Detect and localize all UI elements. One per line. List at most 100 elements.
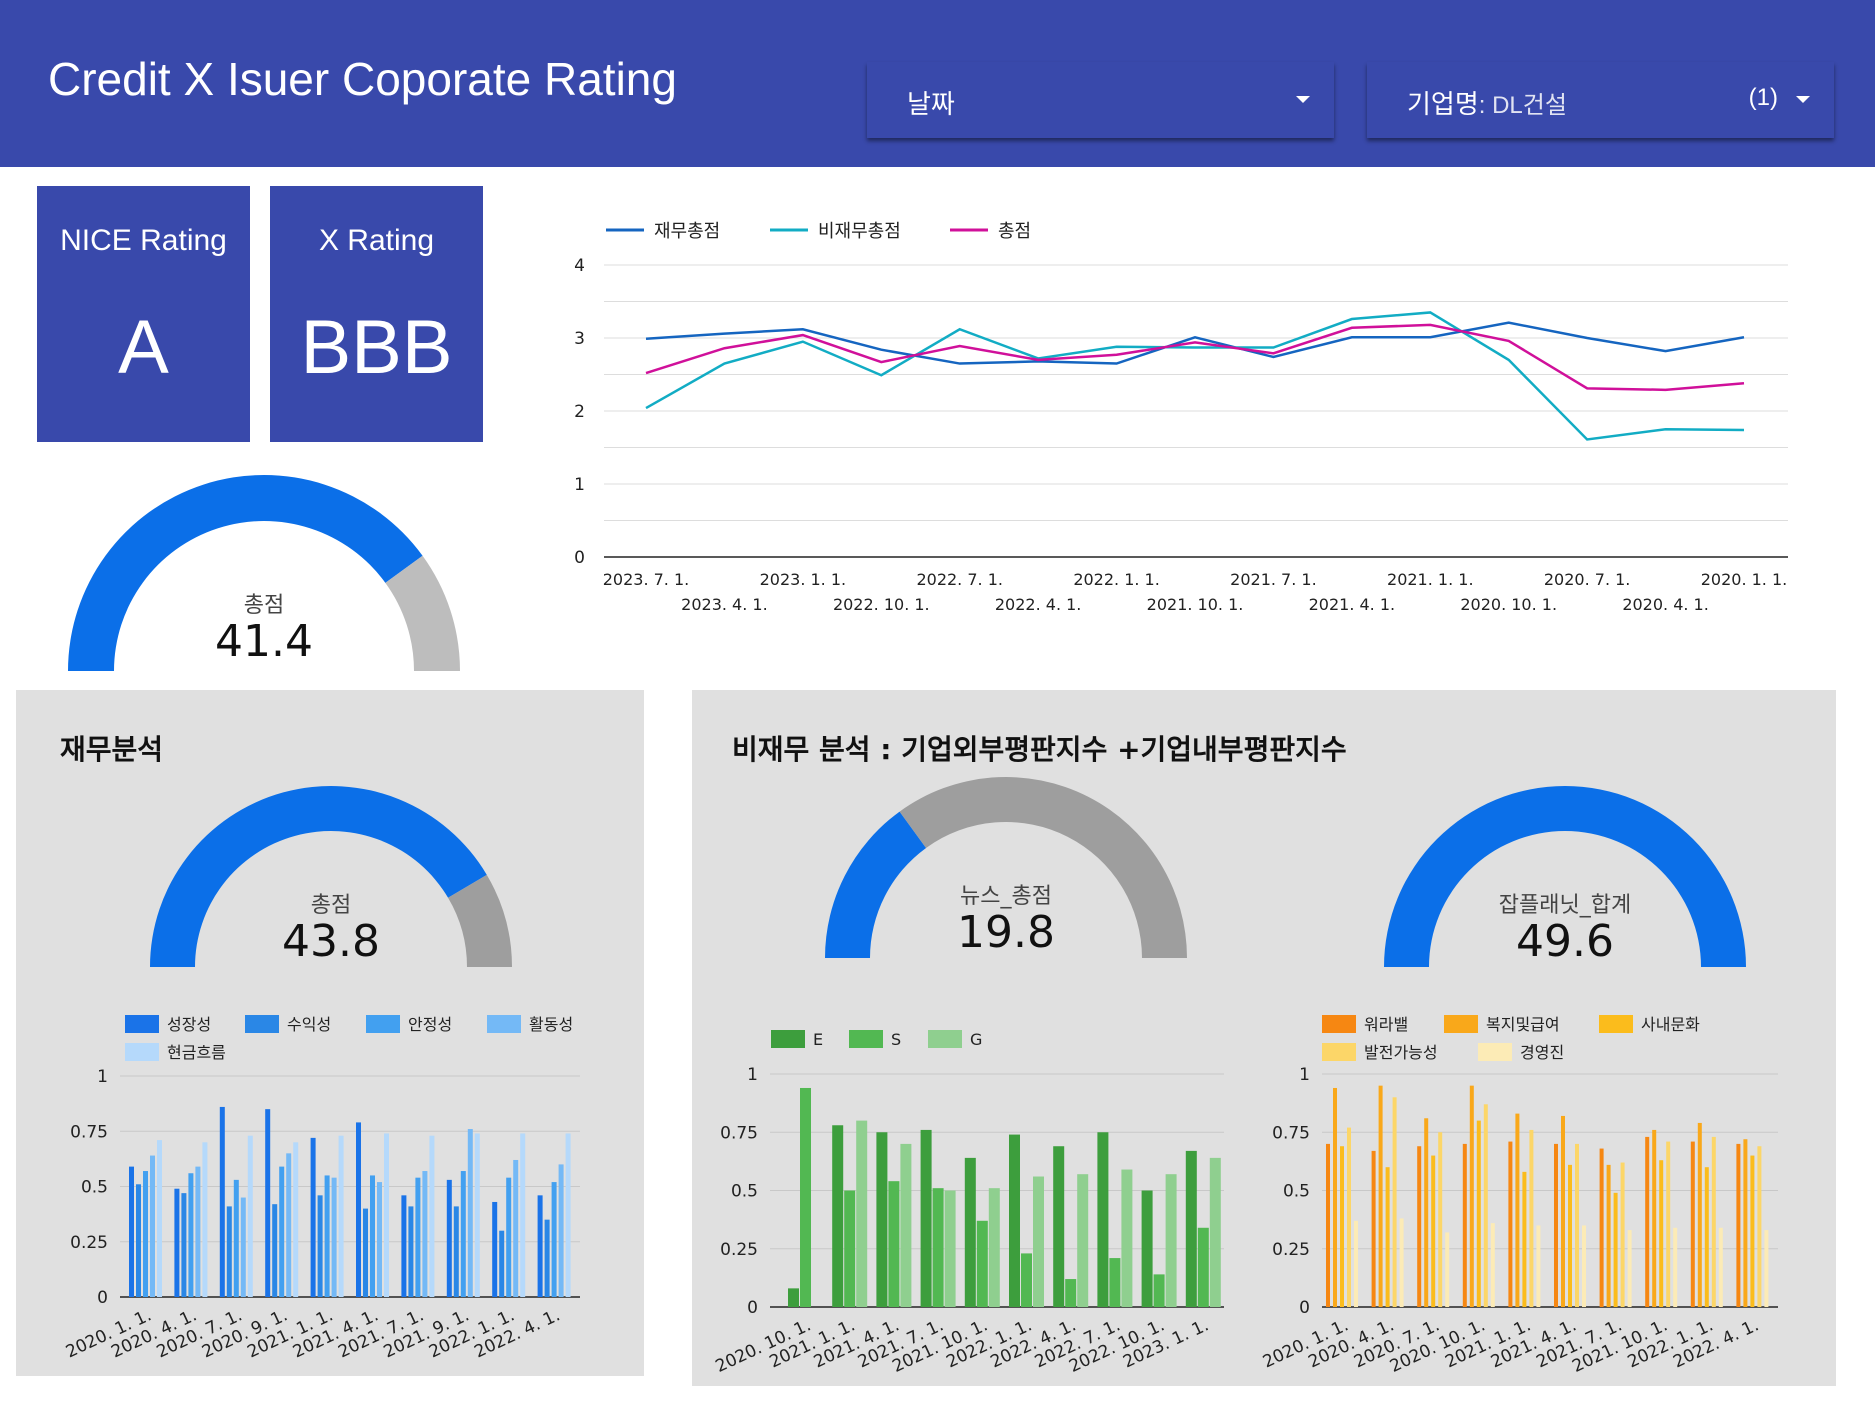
fin-gauge-label: 총점 (311, 893, 351, 918)
bar (1438, 1132, 1443, 1307)
bar (1582, 1225, 1586, 1307)
bar (370, 1175, 375, 1297)
bar (844, 1190, 856, 1307)
bar (1185, 1150, 1197, 1307)
bar (1165, 1174, 1177, 1307)
y-tick-label: 0 (747, 1298, 758, 1318)
bar (1561, 1115, 1565, 1307)
bar (1077, 1174, 1089, 1307)
bar (422, 1171, 428, 1297)
bar (1645, 1136, 1650, 1307)
bar (1445, 1232, 1450, 1307)
bar (558, 1164, 564, 1297)
bar (920, 1129, 932, 1307)
bar (129, 1166, 134, 1297)
bar (1613, 1192, 1618, 1307)
legend-label: S (891, 1030, 901, 1049)
bar (800, 1087, 811, 1307)
bar (460, 1171, 466, 1297)
bar (317, 1195, 323, 1297)
bar (1522, 1171, 1527, 1307)
bar (932, 1188, 944, 1307)
bar (1476, 1120, 1481, 1307)
y-tick-label: 1 (1299, 1065, 1310, 1085)
bar (513, 1159, 519, 1297)
bar (1757, 1146, 1762, 1307)
bar (499, 1230, 505, 1297)
legend-swatch (1478, 1043, 1512, 1061)
bar (1764, 1230, 1769, 1307)
bar (446, 1179, 452, 1297)
bar (377, 1182, 382, 1297)
y-tick-label: 0.5 (731, 1182, 758, 1202)
y-tick-label: 0.5 (1283, 1182, 1310, 1202)
bar (226, 1206, 232, 1297)
bar (1599, 1148, 1604, 1307)
bar (1704, 1167, 1709, 1307)
bar (363, 1208, 368, 1297)
bar (240, 1197, 246, 1297)
bar (219, 1106, 225, 1297)
legend-swatch (245, 1015, 279, 1033)
bar (429, 1135, 435, 1297)
legend-label: G (970, 1030, 982, 1049)
bar (1141, 1190, 1153, 1307)
legend-swatch (125, 1015, 159, 1033)
legend-label: 활동성 (529, 1015, 573, 1034)
legend-label: 안정성 (408, 1015, 452, 1034)
legend-label: 성장성 (167, 1015, 211, 1034)
legend-label: 복지및급여 (1486, 1015, 1560, 1034)
bar (1417, 1146, 1422, 1307)
y-tick-label: 1 (747, 1065, 758, 1085)
y-tick-label: 0 (97, 1288, 108, 1308)
bar (150, 1155, 155, 1297)
y-tick-label: 0.25 (1272, 1240, 1310, 1260)
bar (544, 1219, 550, 1297)
bar (1736, 1143, 1741, 1307)
bar (1347, 1127, 1351, 1307)
bar (1053, 1146, 1065, 1307)
bar (1469, 1085, 1474, 1307)
bar (1606, 1164, 1611, 1307)
legend-label: 현금흐름 (167, 1043, 226, 1062)
bar (1378, 1085, 1383, 1307)
bar (310, 1137, 316, 1297)
bar (1659, 1160, 1664, 1307)
bar (1536, 1225, 1541, 1307)
bar (1529, 1129, 1534, 1307)
job-gauge-value: 49.6 (1516, 916, 1614, 967)
legend-swatch (849, 1030, 883, 1048)
bar (331, 1177, 337, 1297)
bar (1718, 1227, 1723, 1307)
bar (233, 1179, 239, 1297)
bar (1483, 1104, 1488, 1307)
job-gauge-label: 잡플래닛_합계 (1499, 893, 1631, 918)
bar (1424, 1118, 1429, 1307)
y-tick-label: 0.75 (70, 1122, 108, 1142)
bar (174, 1188, 180, 1297)
bar (143, 1171, 148, 1297)
bar (1490, 1223, 1495, 1307)
news-gauge-label: 뉴스_총점 (960, 884, 1052, 909)
legend-swatch (366, 1015, 400, 1033)
y-tick-label: 0 (1299, 1298, 1310, 1318)
news-gauge-fill (825, 811, 927, 958)
bar (900, 1143, 912, 1307)
y-tick-label: 0.5 (81, 1178, 108, 1198)
bar (492, 1201, 498, 1297)
bar (964, 1157, 976, 1307)
bar (888, 1181, 900, 1307)
bar (1065, 1279, 1077, 1307)
bar (1009, 1134, 1020, 1307)
legend-label: E (813, 1030, 823, 1049)
bar (157, 1140, 162, 1297)
bar (265, 1109, 271, 1297)
bar (506, 1177, 512, 1297)
bar (1392, 1097, 1397, 1307)
bar (474, 1133, 480, 1297)
bar (1575, 1143, 1579, 1307)
fin-gauge-value: 43.8 (282, 916, 380, 967)
bar (272, 1204, 278, 1297)
bar (1109, 1258, 1121, 1307)
bar (1209, 1157, 1221, 1307)
